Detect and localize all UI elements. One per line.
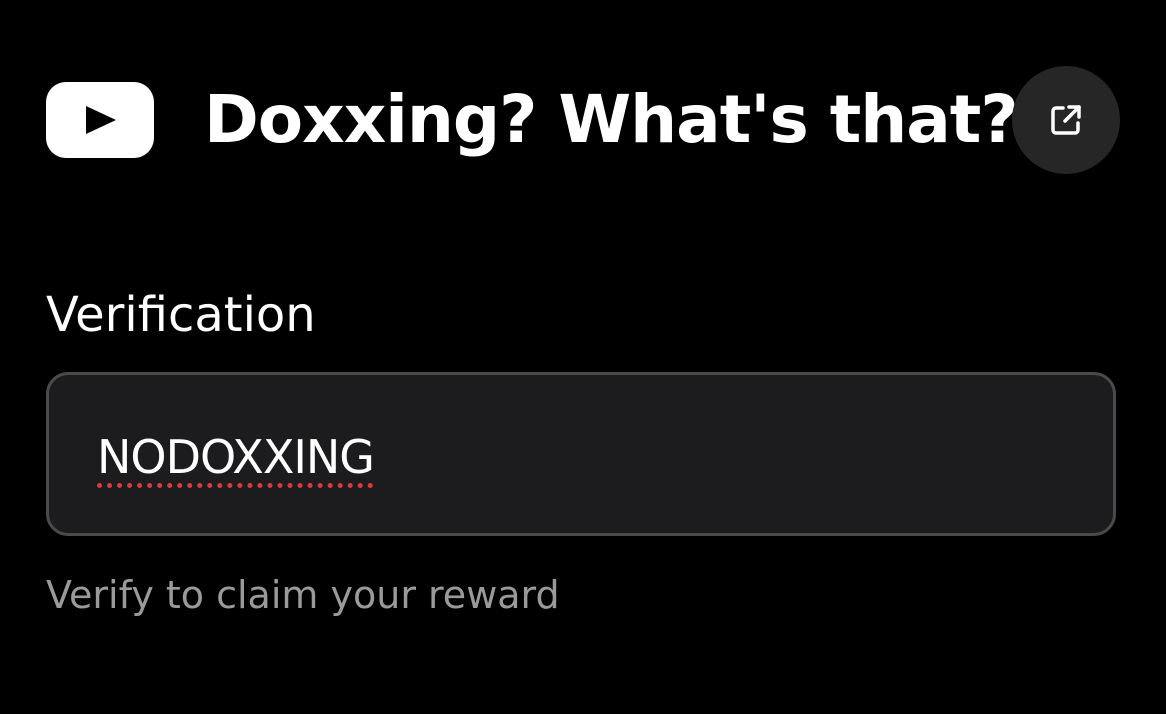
verification-input-value[interactable]: NODOXXING bbox=[97, 429, 375, 485]
verification-helper-text: Verify to claim your reward bbox=[46, 573, 560, 617]
open-external-button[interactable] bbox=[1012, 66, 1120, 174]
play-icon bbox=[86, 106, 116, 134]
header: Doxxing? What's that? bbox=[46, 64, 1120, 176]
youtube-logo-icon bbox=[46, 82, 154, 158]
page-title: Doxxing? What's that? bbox=[204, 81, 1019, 158]
verification-input[interactable]: NODOXXING bbox=[46, 372, 1116, 536]
verification-label: Verification bbox=[46, 287, 316, 343]
external-link-icon bbox=[1051, 105, 1081, 135]
